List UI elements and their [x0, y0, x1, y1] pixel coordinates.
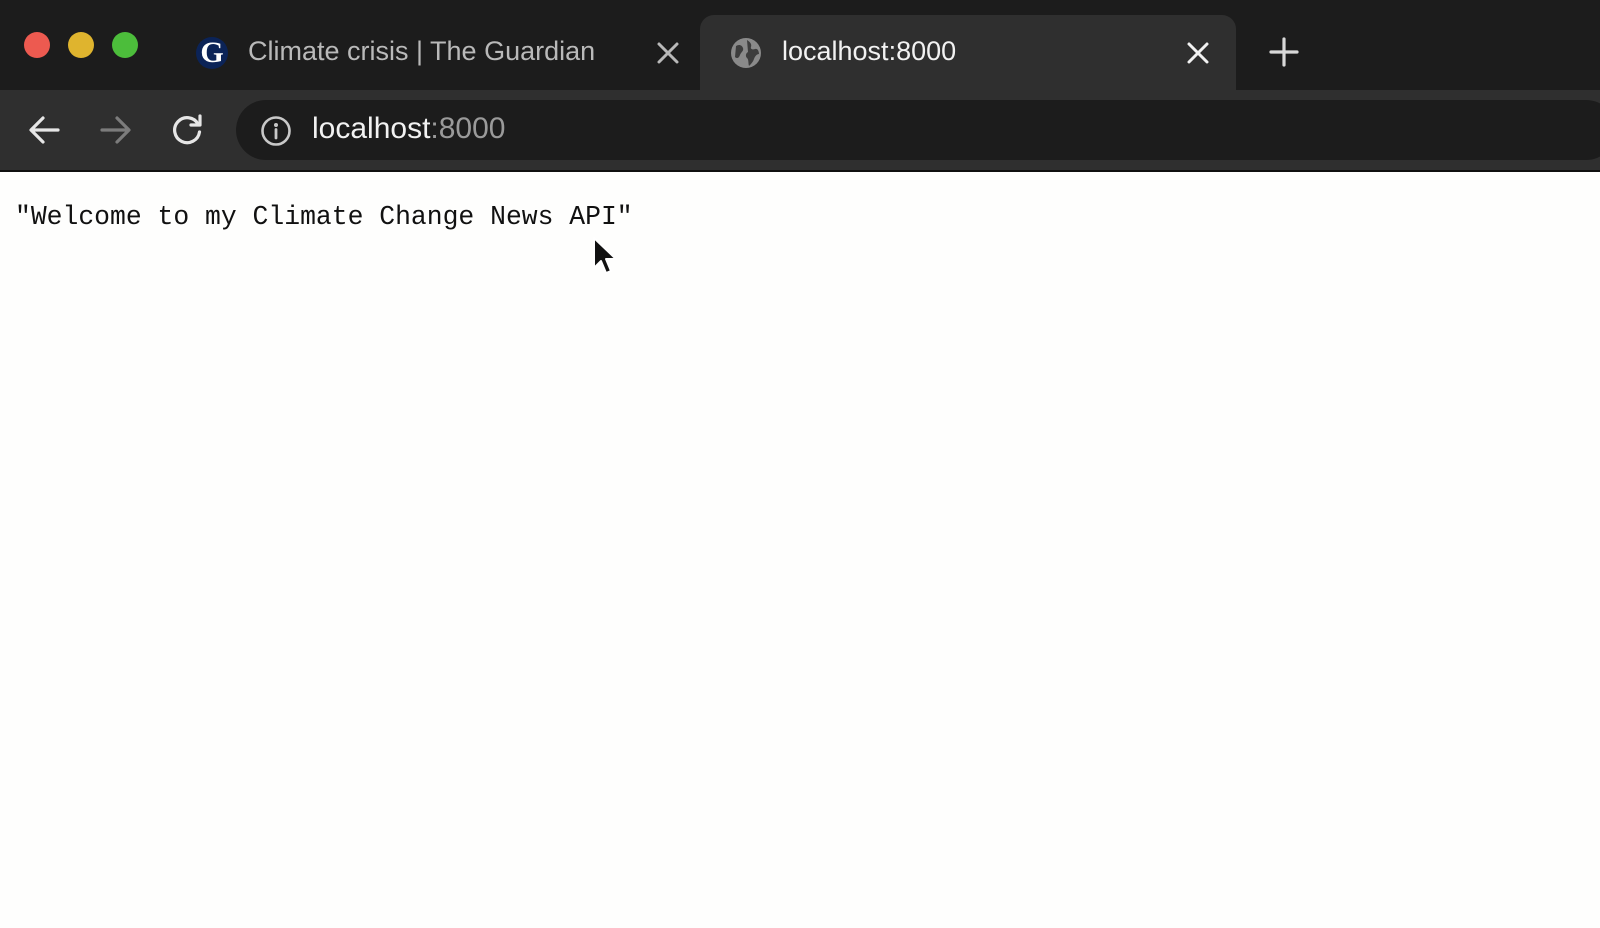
close-window-button[interactable]: [24, 32, 50, 58]
back-arrow-icon[interactable]: [24, 110, 64, 150]
address-url[interactable]: localhost:8000: [312, 112, 505, 146]
new-tab-plus-icon[interactable]: [1268, 36, 1300, 68]
tab-strip: G Climate crisis | The Guardian localhos…: [0, 0, 1600, 90]
page-content: "Welcome to my Climate Change News API": [0, 172, 1600, 928]
url-host: localhost: [312, 112, 431, 145]
close-icon[interactable]: [654, 39, 682, 67]
browser-window: G Climate crisis | The Guardian localhos…: [0, 0, 1600, 928]
forward-arrow-icon[interactable]: [96, 110, 136, 150]
browser-toolbar: localhost:8000: [0, 90, 1600, 172]
tab-guardian[interactable]: G Climate crisis | The Guardian: [182, 15, 700, 90]
address-bar[interactable]: localhost:8000: [236, 100, 1600, 160]
mouse-pointer-icon: [593, 237, 617, 274]
minimize-window-button[interactable]: [68, 32, 94, 58]
reload-icon[interactable]: [167, 110, 207, 150]
globe-icon: [731, 38, 761, 68]
tab-title: Climate crisis | The Guardian: [248, 36, 596, 66]
tab-title: localhost:8000: [782, 36, 957, 66]
url-port: :8000: [430, 112, 506, 145]
tab-localhost[interactable]: localhost:8000: [700, 15, 1236, 90]
api-response-text: "Welcome to my Climate Change News API": [15, 202, 633, 232]
close-icon[interactable]: [1184, 39, 1212, 67]
maximize-window-button[interactable]: [112, 32, 138, 58]
guardian-g-icon: G: [196, 37, 228, 69]
info-icon[interactable]: [260, 115, 292, 147]
